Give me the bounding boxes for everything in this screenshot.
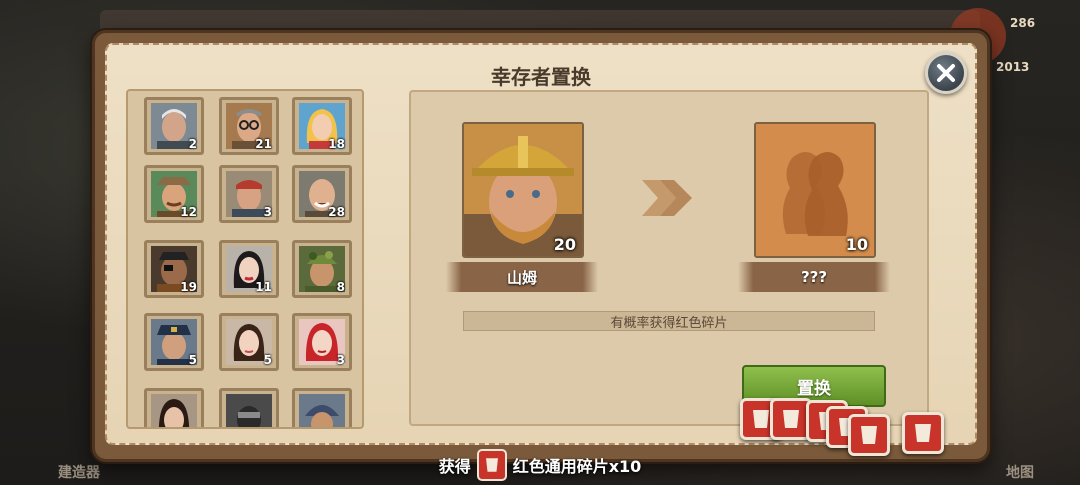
target-count: 10 xyxy=(845,235,868,254)
reward-icon-box xyxy=(476,449,507,481)
roster-portrait[interactable]: 3 xyxy=(292,313,352,371)
roster-count: 5 xyxy=(188,353,197,367)
red-fragment-icon xyxy=(915,424,931,442)
roster-portrait[interactable]: 3 xyxy=(219,165,279,223)
survivor-roster: 2 21 18 12 3 28 19 11 8 5 5 3 xyxy=(126,89,364,429)
source-count: 20 xyxy=(553,235,576,254)
survivor-helmet-soldier-portrait xyxy=(299,394,345,427)
close-icon xyxy=(937,64,955,82)
red-fragment-icon xyxy=(861,426,877,444)
roster-portrait[interactable]: 19 xyxy=(144,240,204,298)
reward-item: 红色通用碎片x10 xyxy=(512,457,642,476)
roster-count: 19 xyxy=(180,280,197,294)
roster-count: 11 xyxy=(255,280,272,294)
roster-count: 3 xyxy=(263,205,272,219)
roster-count: 8 xyxy=(336,280,345,294)
roster-portrait[interactable] xyxy=(219,388,279,427)
swap-hint: 有概率获得红色碎片 xyxy=(463,311,875,331)
target-name: ??? xyxy=(800,268,828,286)
roster-count: 21 xyxy=(255,137,272,151)
background-counter-second: 2013 xyxy=(996,60,1030,74)
survivor-dark-hair-woman-portrait xyxy=(151,394,197,427)
roster-count: 28 xyxy=(328,205,345,219)
red-fragment-icon xyxy=(485,458,498,472)
roster-portrait[interactable]: 28 xyxy=(292,165,352,223)
roster-portrait[interactable]: 11 xyxy=(219,240,279,298)
roster-portrait[interactable]: 8 xyxy=(292,240,352,298)
roster-portrait[interactable]: 12 xyxy=(144,165,204,223)
roster-portrait[interactable]: 21 xyxy=(219,97,279,155)
swap-button-label: 置换 xyxy=(797,378,831,399)
roster-portrait[interactable]: 18 xyxy=(292,97,352,155)
double-chevron-right-icon xyxy=(642,180,692,216)
target-survivor-card[interactable]: 10 xyxy=(754,122,876,258)
roster-portrait[interactable] xyxy=(144,388,204,427)
target-name-ribbon: ??? xyxy=(738,262,890,292)
roster-portrait[interactable]: 5 xyxy=(144,313,204,371)
roster-count: 12 xyxy=(180,205,197,219)
roster-portrait[interactable]: 5 xyxy=(219,313,279,371)
dialog-title: 幸存者置换 xyxy=(491,65,591,89)
red-fragment-icon xyxy=(783,410,799,428)
roster-portrait[interactable] xyxy=(292,388,352,427)
survivor-masked-man-portrait xyxy=(226,394,272,427)
source-name-ribbon: 山姆 xyxy=(446,262,598,292)
reward-prefix: 获得 xyxy=(438,457,471,476)
background-counter-top: 286 xyxy=(1010,16,1036,30)
reward-notice: 获得 红色通用碎片x10 xyxy=(0,449,1080,481)
roster-count: 5 xyxy=(263,353,272,367)
red-fragment-token xyxy=(902,412,944,454)
roster-count: 2 xyxy=(188,137,197,151)
source-survivor-card[interactable]: 20 xyxy=(462,122,584,258)
roster-count: 3 xyxy=(336,353,345,367)
close-button[interactable] xyxy=(925,52,967,94)
roster-portrait[interactable]: 2 xyxy=(144,97,204,155)
roster-count: 18 xyxy=(328,137,345,151)
source-name: 山姆 xyxy=(506,268,537,287)
